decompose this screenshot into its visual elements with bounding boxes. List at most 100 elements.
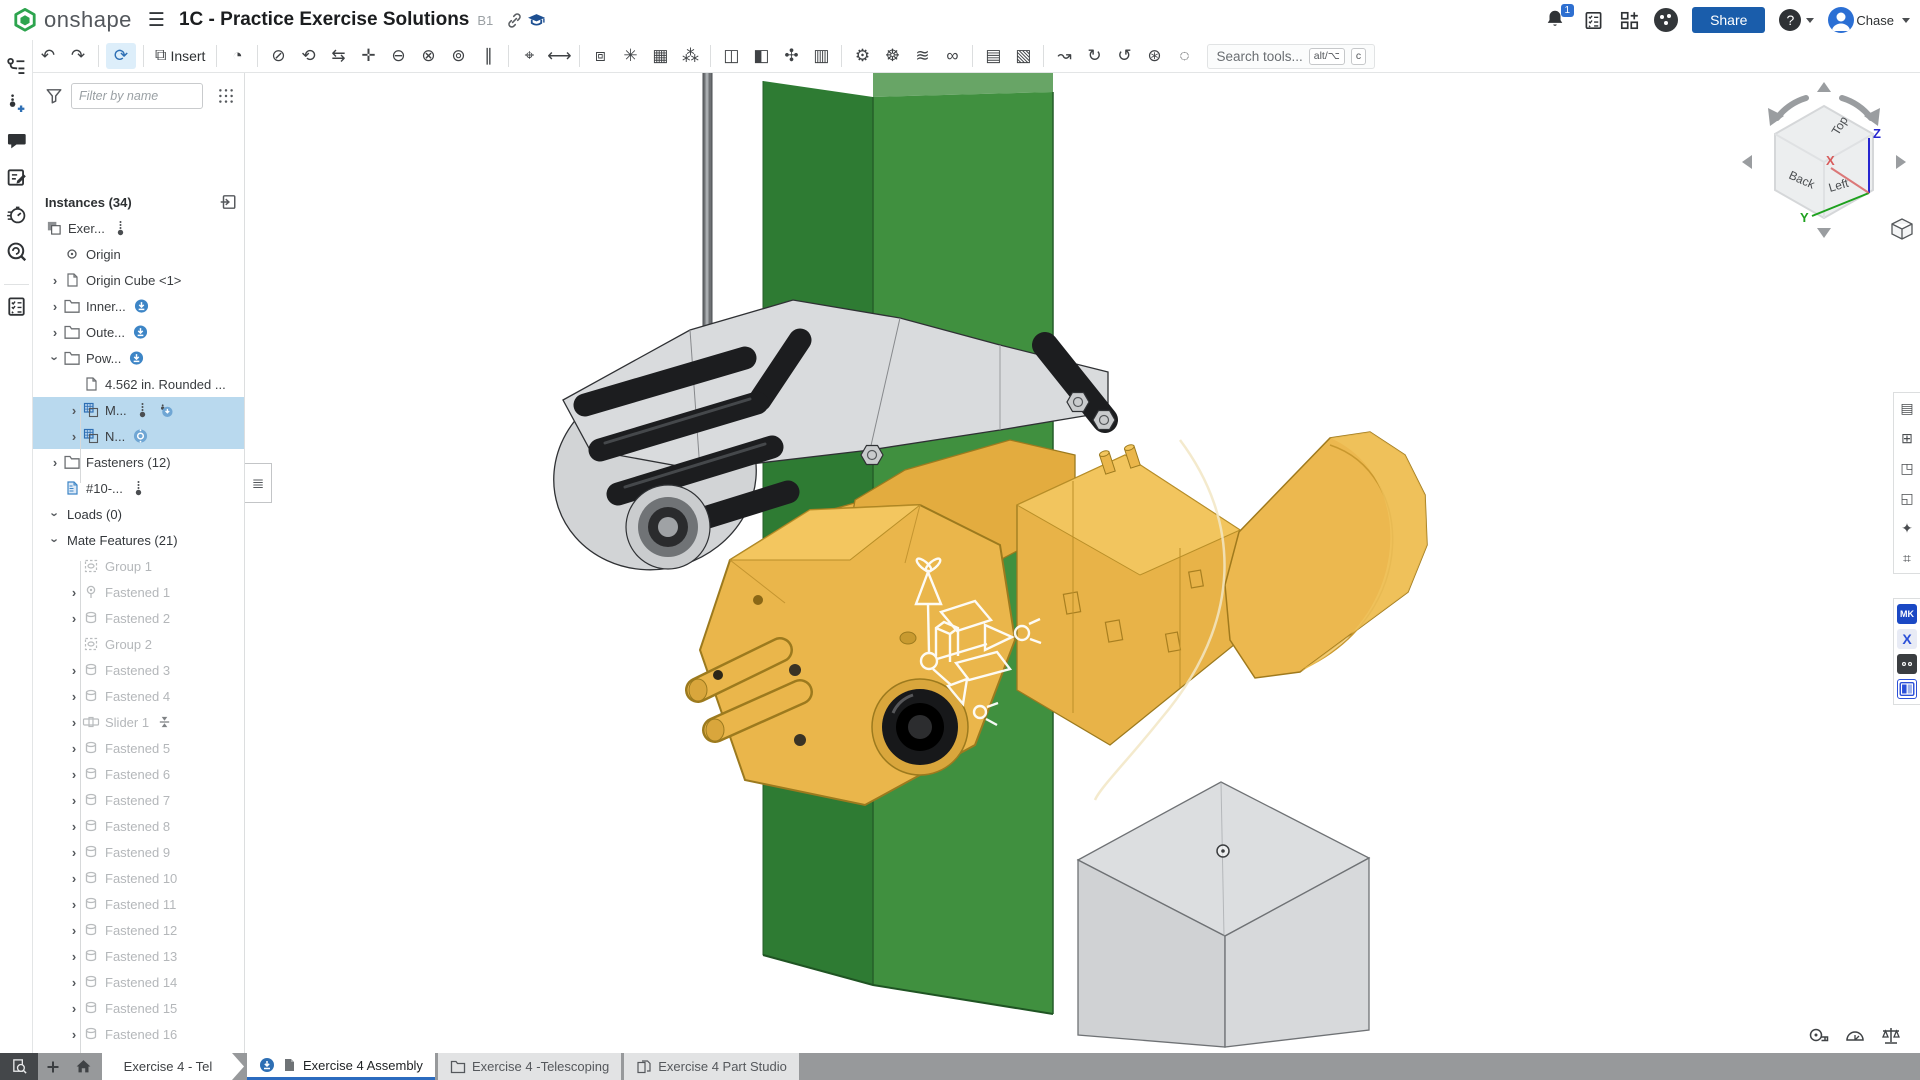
app-robot[interactable] bbox=[1897, 654, 1917, 674]
chevron-right-icon[interactable]: › bbox=[47, 325, 63, 340]
comments-icon[interactable] bbox=[6, 130, 27, 151]
tree-item-m-[interactable]: ›M... bbox=[33, 397, 245, 423]
tree-item-fastened-11[interactable]: ›Fastened 11 bbox=[33, 891, 245, 917]
tree-item-origin-cube-1-[interactable]: ›Origin Cube <1> bbox=[33, 267, 245, 293]
insert-button[interactable]: ⧉Insert bbox=[149, 47, 211, 65]
community-icon[interactable] bbox=[1654, 8, 1678, 32]
tree-item-fastened-15[interactable]: ›Fastened 15 bbox=[33, 995, 245, 1021]
versions-icon[interactable] bbox=[6, 204, 27, 225]
tree-item-fastened-13[interactable]: ›Fastened 13 bbox=[33, 943, 245, 969]
rotate-animate-icon[interactable]: ↻ bbox=[1079, 43, 1109, 69]
search-history-icon[interactable] bbox=[6, 241, 27, 262]
notes-icon[interactable] bbox=[6, 167, 27, 188]
tape-measure-icon[interactable] bbox=[1808, 1025, 1830, 1047]
search-tools-field[interactable]: Search tools...alt/⌥c bbox=[1207, 44, 1375, 69]
view-options-cube-icon[interactable] bbox=[1892, 219, 1914, 239]
chevron-down-icon[interactable]: › bbox=[48, 506, 63, 522]
linear-pattern-icon[interactable]: ⧈ bbox=[585, 43, 615, 69]
new-tab-button[interactable] bbox=[38, 1053, 68, 1080]
list-options-icon[interactable] bbox=[217, 87, 235, 105]
chevron-down-icon[interactable]: › bbox=[48, 350, 63, 366]
app-x[interactable]: X bbox=[1897, 629, 1917, 649]
notifications-bell-icon[interactable]: 1 bbox=[1544, 8, 1568, 32]
tree-item-fastened-1[interactable]: ›Fastened 1 bbox=[33, 579, 245, 605]
tree-item-4-562-in-rounded-[interactable]: 4.562 in. Rounded ... bbox=[33, 371, 245, 397]
mass-properties-scale-icon[interactable] bbox=[1880, 1025, 1902, 1047]
update-icon[interactable]: ⟳ bbox=[106, 43, 136, 69]
planar-mate-icon[interactable]: ✛ bbox=[353, 43, 383, 69]
tree-item-group-1[interactable]: Group 1 bbox=[33, 553, 245, 579]
tree-item-fastened-6[interactable]: ›Fastened 6 bbox=[33, 761, 245, 787]
tree-item-fastened-9[interactable]: ›Fastened 9 bbox=[33, 839, 245, 865]
pattern-icon[interactable]: ▦ bbox=[645, 43, 675, 69]
appearance-icon[interactable]: ◌ bbox=[1169, 43, 1199, 69]
help-menu[interactable]: ? bbox=[1779, 9, 1814, 31]
interference-icon[interactable]: ⊛ bbox=[1139, 43, 1169, 69]
filter-input[interactable] bbox=[71, 83, 203, 109]
section-view-icon[interactable]: ◧ bbox=[746, 43, 776, 69]
tree-item-slider-1[interactable]: ›Slider 1 bbox=[33, 709, 245, 735]
bom-table-icon[interactable]: ⊞ bbox=[1894, 423, 1920, 453]
version-badge[interactable]: B1 bbox=[477, 13, 493, 28]
parallel-mate-icon[interactable]: ∥ bbox=[473, 43, 503, 69]
home-tab-icon[interactable] bbox=[68, 1053, 98, 1080]
custom-shortcut-icon[interactable]: ⌗ bbox=[1894, 543, 1920, 573]
named-views-icon[interactable]: ▥ bbox=[806, 43, 836, 69]
tree-item-n-[interactable]: ›N... bbox=[33, 423, 245, 449]
app-book[interactable] bbox=[1897, 679, 1917, 699]
tab-exercise4-tel[interactable]: Exercise 4 - Tel bbox=[102, 1053, 244, 1080]
slider-mate-icon[interactable]: ⇆ bbox=[323, 43, 353, 69]
replicate-icon[interactable]: ⁂ bbox=[675, 43, 705, 69]
tree-item-fastened-8[interactable]: ›Fastened 8 bbox=[33, 813, 245, 839]
tab-exercise4-assembly[interactable]: Exercise 4 Assembly bbox=[247, 1053, 435, 1080]
reference-cube-part[interactable] bbox=[1078, 782, 1369, 1047]
tab-exercise4-part-studio[interactable]: Exercise 4 Part Studio bbox=[624, 1053, 799, 1080]
learning-center-icon[interactable] bbox=[525, 9, 547, 31]
measure-icon[interactable]: ⟷ bbox=[544, 43, 574, 69]
bearing-part[interactable] bbox=[626, 485, 710, 569]
belt-icon[interactable]: ∞ bbox=[937, 43, 967, 69]
tree-item-fastened-4[interactable]: ›Fastened 4 bbox=[33, 683, 245, 709]
tree-item-fastened-12[interactable]: ›Fastened 12 bbox=[33, 917, 245, 943]
tree-item-oute-[interactable]: ›Oute... bbox=[33, 319, 245, 345]
insert-instance-icon[interactable] bbox=[219, 193, 237, 211]
app-store-icon[interactable] bbox=[1618, 9, 1640, 31]
chevron-right-icon[interactable]: › bbox=[47, 455, 63, 470]
tree-item-fastened-3[interactable]: ›Fastened 3 bbox=[33, 657, 245, 683]
exploded-view-icon[interactable]: ✣ bbox=[776, 43, 806, 69]
bom-icon[interactable]: ▤ bbox=[978, 43, 1008, 69]
tree-item-fastened-2[interactable]: ›Fastened 2 bbox=[33, 605, 245, 631]
main-menu-icon[interactable]: ☰ bbox=[148, 9, 165, 32]
filter-funnel-icon[interactable] bbox=[45, 87, 63, 105]
graphics-area[interactable] bbox=[245, 73, 1920, 1053]
structure-tree-icon[interactable] bbox=[6, 56, 27, 77]
panel-collapse-button[interactable]: ≣ bbox=[245, 463, 272, 503]
follow-mode-icon[interactable] bbox=[6, 296, 27, 317]
tree-item-pow-[interactable]: ›Pow... bbox=[33, 345, 245, 371]
link-icon[interactable] bbox=[503, 9, 525, 31]
mate-connector-add-icon[interactable] bbox=[6, 93, 27, 114]
panel-list-icon[interactable]: ▤ bbox=[1894, 393, 1920, 423]
tree-section-loads-0-[interactable]: ›Loads (0) bbox=[33, 501, 245, 527]
tree-item-fastened-7[interactable]: ›Fastened 7 bbox=[33, 787, 245, 813]
tasks-checklist-icon[interactable] bbox=[1582, 9, 1604, 31]
chevron-right-icon[interactable]: › bbox=[47, 273, 63, 288]
spring-icon[interactable]: ≋ bbox=[907, 43, 937, 69]
tree-item-inner-[interactable]: ›Inner... bbox=[33, 293, 245, 319]
tree-item-group-2[interactable]: Group 2 bbox=[33, 631, 245, 657]
tree-item--10-[interactable]: #10-... bbox=[33, 475, 245, 501]
tab-search-icon[interactable] bbox=[0, 1053, 38, 1080]
app-mk[interactable]: MK bbox=[1897, 604, 1917, 624]
revolute-mate-icon[interactable]: ⟲ bbox=[293, 43, 323, 69]
mate-connector-icon[interactable]: ⌖ bbox=[514, 43, 544, 69]
onshape-logo-icon[interactable] bbox=[12, 7, 38, 33]
cylindrical-mate-icon[interactable]: ⊖ bbox=[383, 43, 413, 69]
appearance-panel-icon[interactable]: ✦ bbox=[1894, 513, 1920, 543]
tree-item-fastened-14[interactable]: ›Fastened 14 bbox=[33, 969, 245, 995]
protractor-icon[interactable] bbox=[1844, 1025, 1866, 1047]
view-cube[interactable]: Top Back Left Z Y X bbox=[1734, 78, 1914, 248]
rack-pinion-icon[interactable]: ☸ bbox=[877, 43, 907, 69]
display-states-icon[interactable]: ◫ bbox=[716, 43, 746, 69]
configurations-icon[interactable]: ◳ bbox=[1894, 453, 1920, 483]
undo-icon[interactable]: ↶ bbox=[33, 43, 63, 69]
